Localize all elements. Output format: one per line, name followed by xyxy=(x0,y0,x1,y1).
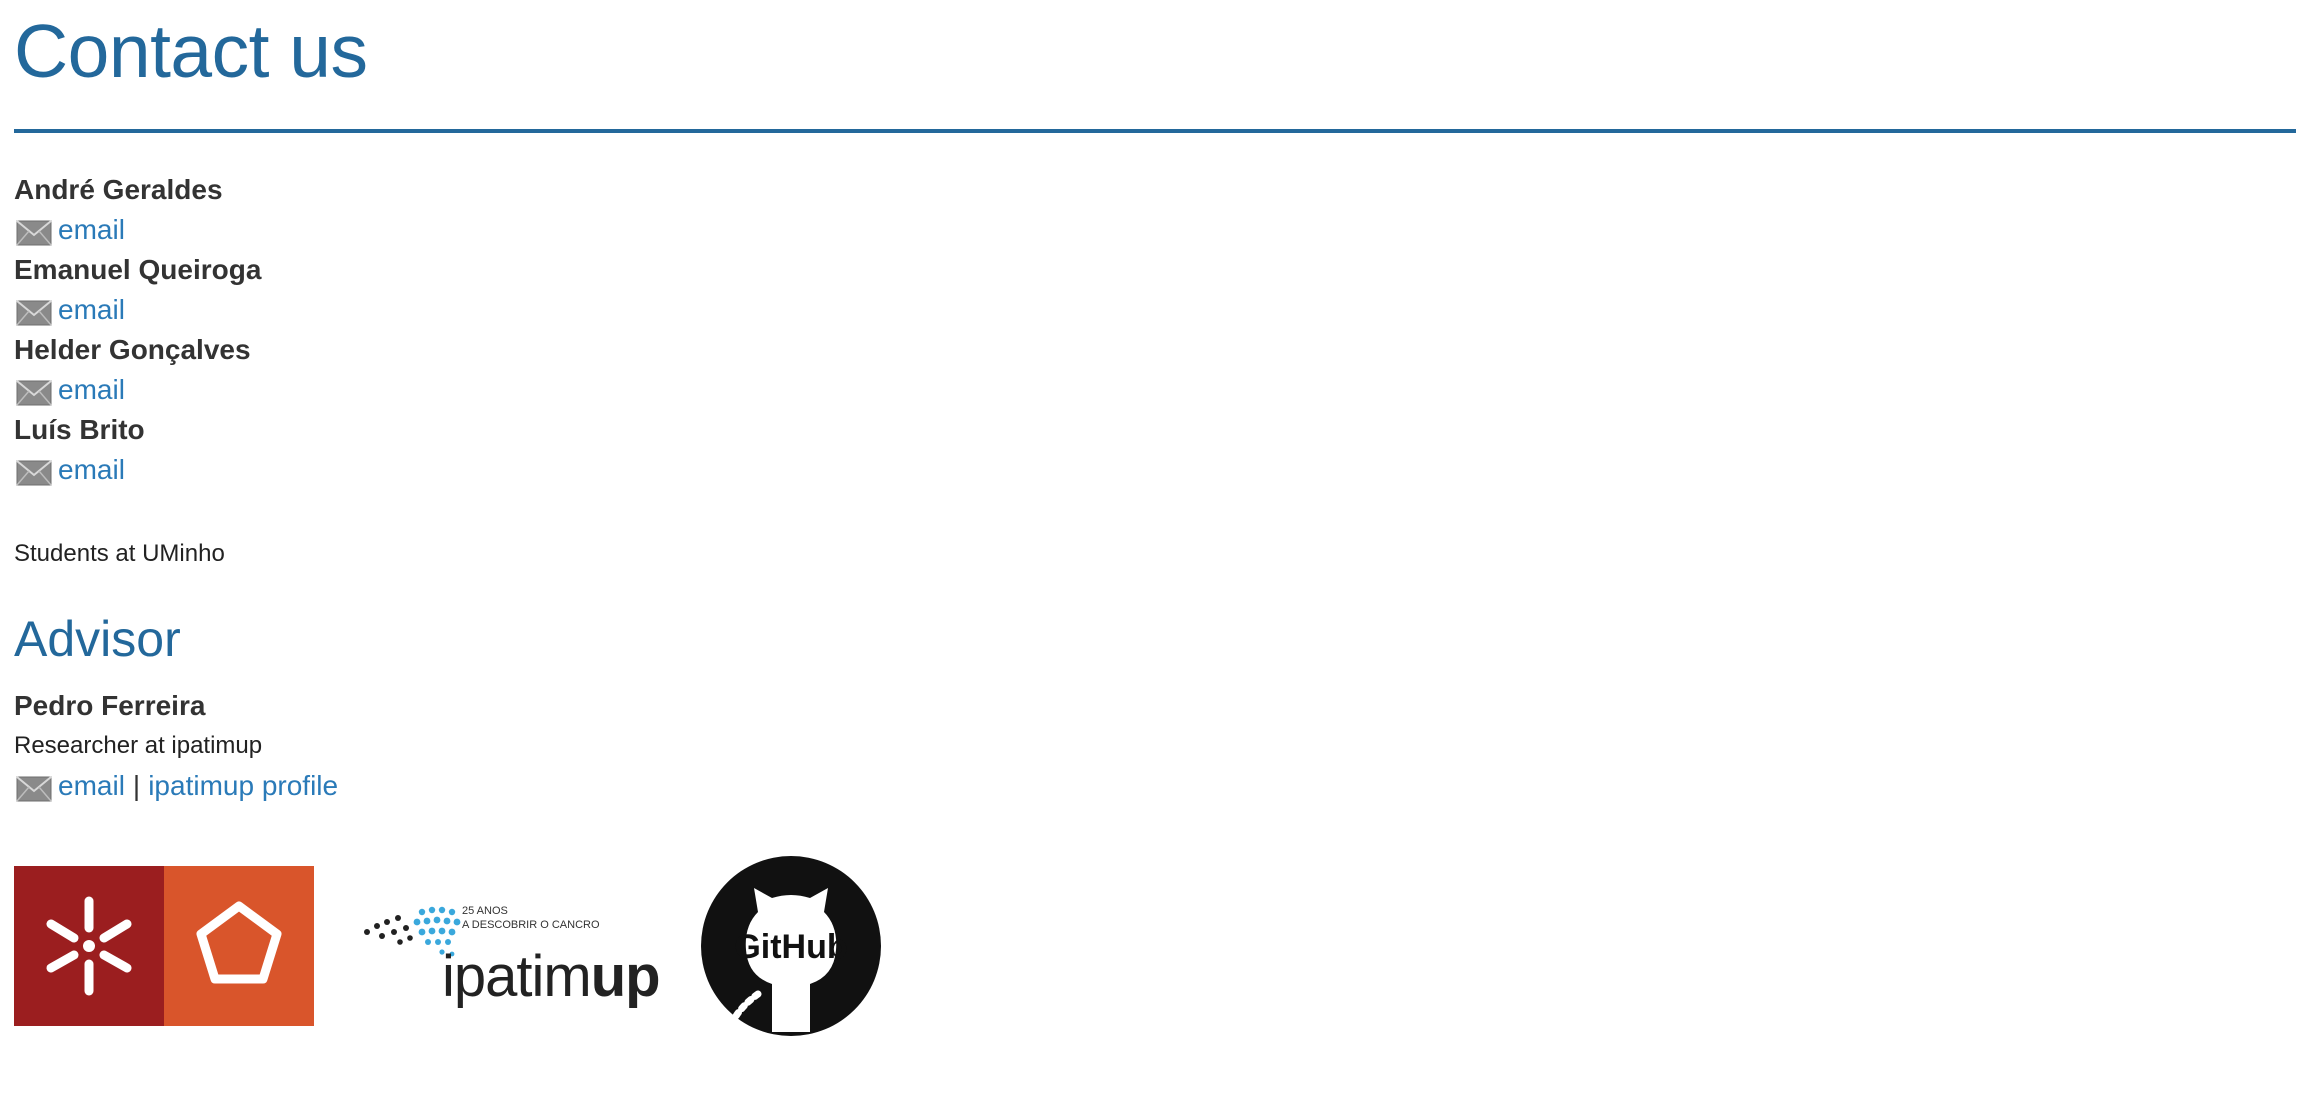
ipatimup-tagline-1: 25 ANOS xyxy=(462,905,508,917)
advisor-heading: Advisor xyxy=(14,611,181,667)
github-label: GitHub xyxy=(734,928,847,966)
mail-icon xyxy=(16,220,52,246)
uminho-logo[interactable] xyxy=(14,866,314,1026)
mail-icon xyxy=(16,776,52,802)
ipatimup-profile-link[interactable]: ipatimup profile xyxy=(148,766,338,806)
advisor-name: Pedro Ferreira xyxy=(14,690,206,721)
contacts-list: André Geraldes email Emanuel Queiroga em… xyxy=(14,170,261,490)
contact-email-line: email xyxy=(14,210,261,250)
title-divider xyxy=(14,129,2296,133)
mail-icon xyxy=(16,460,52,486)
contact-email-line: email xyxy=(14,370,261,410)
advisor-email-link[interactable]: email xyxy=(58,766,125,806)
email-link[interactable]: email xyxy=(58,290,125,330)
mail-icon xyxy=(16,380,52,406)
ipatimup-logo[interactable]: 25 ANOS A DESCOBRIR O CANCRO ipatimup xyxy=(362,898,702,1018)
mail-icon xyxy=(16,300,52,326)
contact-name: André Geraldes xyxy=(14,174,223,205)
contact-name: Luís Brito xyxy=(14,414,145,445)
contact-email-line: email xyxy=(14,450,261,490)
advisor-links: email | ipatimup profile xyxy=(14,766,338,806)
contact-entry: Emanuel Queiroga email xyxy=(14,250,261,330)
page-title: Contact us xyxy=(14,9,368,93)
github-logo[interactable]: GitHub xyxy=(696,854,886,1038)
ipatimup-wordmark: ipatimup xyxy=(442,944,660,1009)
advisor-entry: Pedro Ferreira Researcher at ipatimup em… xyxy=(14,686,338,806)
contact-email-line: email xyxy=(14,290,261,330)
contact-entry: Luís Brito email xyxy=(14,410,261,490)
email-link[interactable]: email xyxy=(58,450,125,490)
advisor-role: Researcher at ipatimup xyxy=(14,732,263,759)
ipatimup-tagline-2: A DESCOBRIR O CANCRO xyxy=(462,919,600,931)
contact-name: Helder Gonçalves xyxy=(14,334,251,365)
contact-entry: André Geraldes email xyxy=(14,170,261,250)
email-link[interactable]: email xyxy=(58,210,125,250)
email-link[interactable]: email xyxy=(58,370,125,410)
students-note: Students at UMinho xyxy=(14,540,225,567)
contact-entry: Helder Gonçalves email xyxy=(14,330,261,410)
link-separator: | xyxy=(132,770,141,801)
contact-name: Emanuel Queiroga xyxy=(14,254,262,285)
